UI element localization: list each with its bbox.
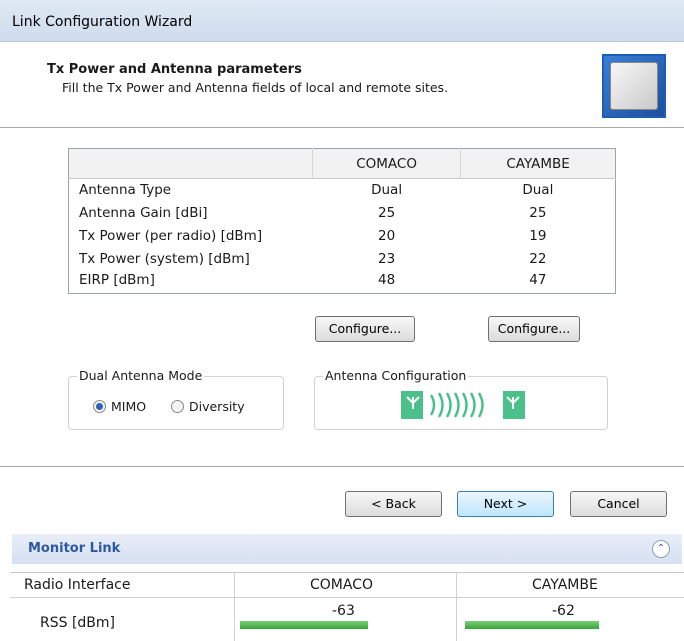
column-divider — [456, 573, 457, 641]
table-header-row: COMACO CAYAMBE — [68, 148, 616, 179]
table-row: Antenna Gain [dBi] 25 25 — [69, 202, 616, 225]
column-header-cayambe: CAYAMBE — [460, 148, 616, 179]
column-header-comaco: COMACO — [311, 148, 461, 179]
cell-comaco: 25 — [378, 205, 396, 221]
dual-antenna-mode-legend: Dual Antenna Mode — [77, 368, 205, 383]
rss-comaco-value: -63 — [332, 603, 355, 619]
diversity-radio[interactable]: Diversity — [171, 399, 245, 414]
table-row: Antenna Type Dual Dual — [69, 179, 616, 202]
cell-cayambe: Dual — [522, 182, 554, 199]
window-title: Link Configuration Wizard — [12, 14, 193, 30]
diversity-label: Diversity — [189, 399, 245, 414]
mimo-radio[interactable]: MIMO — [93, 399, 146, 414]
cell-cayambe: 22 — [529, 251, 547, 267]
cancel-button[interactable]: Cancel — [570, 491, 667, 517]
section-divider — [0, 466, 684, 467]
cell-comaco: Dual — [371, 182, 403, 199]
dual-antenna-link-icon — [401, 391, 525, 419]
radio-unselected-icon — [171, 400, 184, 413]
rss-cayambe-bar — [465, 621, 599, 629]
params-table: COMACO CAYAMBE Antenna Type Dual Dual An… — [68, 148, 616, 294]
row-label: Tx Power (per radio) [dBm] — [79, 228, 263, 244]
title-bar: Link Configuration Wizard — [0, 0, 684, 42]
cell-comaco: 23 — [378, 251, 396, 267]
radio-interface-header: Radio Interface — [24, 577, 131, 593]
configure-cayambe-button[interactable]: Configure... — [488, 316, 580, 342]
back-button[interactable]: < Back — [345, 491, 442, 517]
cell-comaco: 20 — [378, 228, 396, 244]
wizard-header: Tx Power and Antenna parameters Fill the… — [0, 42, 684, 128]
monitor-link-panel-header: Monitor Link ⌃ — [12, 534, 682, 564]
table-row: Tx Power (per radio) [dBm] 20 19 — [69, 225, 616, 248]
antenna-configuration-legend: Antenna Configuration — [323, 368, 469, 383]
mimo-label: MIMO — [111, 399, 147, 414]
column-divider — [234, 573, 235, 641]
rss-comaco-bar — [240, 621, 368, 629]
cell-comaco: 48 — [378, 271, 396, 288]
collapse-chevron-icon[interactable]: ⌃ — [652, 540, 670, 558]
row-divider — [10, 597, 684, 598]
monitor-table: Radio Interface COMACO CAYAMBE RSS [dBm]… — [10, 572, 684, 641]
page-title: Tx Power and Antenna parameters — [47, 62, 302, 77]
configure-comaco-button[interactable]: Configure... — [315, 316, 415, 342]
cell-cayambe: 19 — [529, 228, 547, 244]
antenna-configuration-group: Antenna Configuration — [314, 368, 608, 430]
dual-antenna-mode-group: Dual Antenna Mode MIMO Diversity — [68, 368, 284, 430]
page-subtitle: Fill the Tx Power and Antenna fields of … — [62, 80, 449, 95]
cell-cayambe: 47 — [529, 271, 547, 288]
rss-label: RSS [dBm] — [40, 615, 116, 631]
table-row: EIRP [dBm] 48 47 — [69, 271, 616, 294]
row-label: Antenna Gain [dBi] — [79, 205, 208, 221]
wizard-content: COMACO CAYAMBE Antenna Type Dual Dual An… — [0, 128, 684, 468]
next-button[interactable]: Next > — [457, 491, 554, 517]
monitor-comaco-header: COMACO — [310, 577, 373, 593]
antenna-panel-icon — [602, 54, 666, 118]
rss-cayambe-value: -62 — [552, 603, 575, 619]
cell-cayambe: 25 — [529, 205, 547, 221]
row-label: EIRP [dBm] — [79, 271, 155, 288]
row-label: Antenna Type — [79, 182, 172, 199]
monitor-link-title: Monitor Link — [28, 541, 121, 556]
monitor-cayambe-header: CAYAMBE — [532, 577, 598, 593]
radio-selected-icon — [93, 400, 106, 413]
table-row: Tx Power (system) [dBm] 23 22 — [69, 248, 616, 271]
row-label: Tx Power (system) [dBm] — [79, 251, 250, 267]
column-header — [68, 148, 313, 179]
